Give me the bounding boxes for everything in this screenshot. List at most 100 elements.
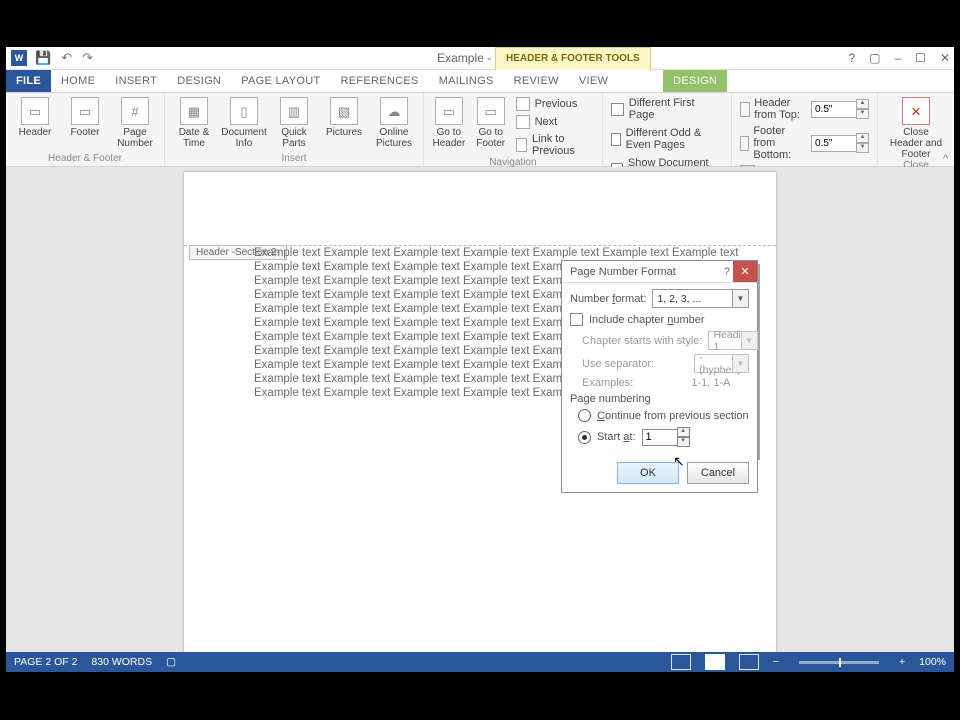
start-at-spinner[interactable]: ▲▼ — [642, 427, 690, 447]
redo-icon[interactable]: ↷ — [82, 50, 93, 66]
spellcheck-icon[interactable]: ▢ — [166, 656, 176, 668]
tab-page-layout[interactable]: PAGE LAYOUT — [231, 70, 330, 92]
read-mode-icon[interactable] — [671, 654, 691, 670]
tab-mailings[interactable]: MAILINGS — [429, 70, 504, 92]
spinner-down-icon[interactable]: ▼ — [677, 437, 690, 447]
tab-references[interactable]: REFERENCES — [331, 70, 429, 92]
dialog-close-button[interactable]: ✕ — [733, 261, 757, 282]
help-button[interactable]: ? — [848, 51, 855, 65]
tab-view[interactable]: VIEW — [569, 70, 618, 92]
save-icon[interactable]: 💾 — [35, 50, 51, 66]
chapter-style-label: Chapter starts with style: — [582, 335, 702, 347]
title-bar: W 💾 ↶ ↷ Example - Word HEADER & FOOTER T… — [6, 47, 954, 70]
ribbon-display-options-icon[interactable]: ▢ — [869, 51, 880, 65]
group-insert: ▦Date & Time ▯Document Info ▥Quick Parts… — [165, 93, 424, 166]
header-button[interactable]: ▭Header — [14, 97, 56, 138]
goto-footer-icon: ▭ — [477, 97, 505, 125]
group-navigation: ▭Go to Header ▭Go to Footer Previous Nex… — [424, 93, 603, 166]
pictures-icon: ▧ — [330, 97, 358, 125]
calendar-icon: ▦ — [180, 97, 208, 125]
examples-value: 1-1, 1-A — [691, 377, 730, 389]
maximize-button[interactable]: ☐ — [915, 51, 926, 65]
tab-design[interactable]: DESIGN — [167, 70, 231, 92]
tab-insert[interactable]: INSERT — [105, 70, 167, 92]
document-info-icon: ▯ — [230, 97, 258, 125]
chevron-down-icon: ▼ — [741, 332, 757, 349]
group-header-footer: ▭Header ▭Footer #Page Number Header & Fo… — [6, 93, 165, 166]
online-pictures-icon: ☁ — [380, 97, 408, 125]
start-at-radio[interactable]: Start at: ▲▼ — [578, 427, 749, 447]
group-label: Insert — [173, 153, 415, 166]
word-count[interactable]: 830 WORDS — [91, 656, 152, 668]
continue-previous-radio[interactable]: Continue from previous section — [578, 409, 749, 422]
separator-select: - (hyphen)▼ — [694, 354, 749, 373]
previous-icon — [516, 97, 530, 111]
dialog-help-button[interactable]: ? — [724, 266, 730, 278]
examples-label: Examples: — [582, 377, 633, 389]
page-indicator[interactable]: PAGE 2 OF 2 — [14, 656, 77, 668]
tab-home[interactable]: HOME — [51, 70, 105, 92]
footer-button[interactable]: ▭Footer — [64, 97, 106, 138]
zoom-in-button[interactable]: + — [899, 656, 905, 668]
page-number-icon: # — [121, 97, 149, 125]
goto-header-icon: ▭ — [435, 97, 463, 125]
dialog-titlebar[interactable]: Page Number Format ? ✕ — [562, 261, 757, 283]
different-first-page-checkbox[interactable]: Different First Page — [611, 97, 723, 121]
ribbon-tabs: FILE HOME INSERT DESIGN PAGE LAYOUT REFE… — [6, 70, 954, 93]
quick-parts-button[interactable]: ▥Quick Parts — [273, 97, 315, 149]
tab-review[interactable]: REVIEW — [504, 70, 569, 92]
pictures-button[interactable]: ▧Pictures — [323, 97, 365, 138]
next-icon — [516, 115, 530, 129]
date-time-button[interactable]: ▦Date & Time — [173, 97, 215, 149]
goto-header-button[interactable]: ▭Go to Header — [432, 97, 466, 149]
include-chapter-number-checkbox[interactable]: Include chapter number — [570, 313, 749, 326]
next-button[interactable]: Next — [516, 115, 594, 129]
header-from-top-label: Header from Top: — [754, 97, 807, 121]
print-layout-icon[interactable] — [705, 654, 725, 670]
document-info-button[interactable]: ▯Document Info — [223, 97, 265, 149]
tab-file[interactable]: FILE — [6, 70, 51, 92]
undo-icon[interactable]: ↶ — [61, 50, 72, 66]
quick-access-toolbar: 💾 ↶ ↷ — [35, 50, 93, 66]
chevron-down-icon: ▼ — [732, 355, 748, 372]
cancel-button[interactable]: Cancel — [687, 462, 749, 484]
ok-button[interactable]: OK — [617, 462, 679, 484]
close-window-button[interactable]: ✕ — [940, 51, 950, 65]
online-pictures-button[interactable]: ☁Online Pictures — [373, 97, 415, 149]
zoom-level[interactable]: 100% — [919, 656, 946, 668]
document-page[interactable]: Header -Section 2- Example text Example … — [184, 172, 776, 652]
word-app-icon: W — [11, 50, 27, 66]
link-icon — [516, 138, 527, 152]
footer-icon: ▭ — [71, 97, 99, 125]
group-label: Header & Footer — [14, 153, 156, 166]
collapse-ribbon-icon[interactable]: ^ — [943, 153, 948, 165]
ribbon: ▭Header ▭Footer #Page Number Header & Fo… — [6, 93, 954, 167]
page-number-button[interactable]: #Page Number — [114, 97, 156, 149]
separator-label: Use separator: — [582, 358, 654, 370]
goto-footer-button[interactable]: ▭Go to Footer — [474, 97, 508, 149]
header-from-top-spinner[interactable]: ▲▼ — [811, 99, 869, 119]
close-header-footer-button[interactable]: ✕Close Header and Footer — [886, 97, 946, 160]
minimize-button[interactable]: – — [894, 51, 901, 65]
footer-bottom-icon — [740, 136, 749, 151]
zoom-slider[interactable] — [799, 661, 879, 664]
zoom-out-button[interactable]: − — [773, 656, 779, 668]
dialog-title-text: Page Number Format — [570, 266, 676, 278]
header-icon: ▭ — [21, 97, 49, 125]
different-odd-even-checkbox[interactable]: Different Odd & Even Pages — [611, 127, 723, 151]
previous-button[interactable]: Previous — [516, 97, 594, 111]
tab-header-footer-design[interactable]: DESIGN — [663, 70, 727, 92]
page-number-format-dialog: Page Number Format ? ✕ Number format: 1,… — [561, 260, 758, 493]
page-numbering-group-label: Page numbering — [570, 393, 749, 405]
contextual-tab-group: HEADER & FOOTER TOOLS — [495, 47, 651, 70]
footer-from-bottom-spinner[interactable]: ▲▼ — [811, 133, 869, 153]
web-layout-icon[interactable] — [739, 654, 759, 670]
link-to-previous-button[interactable]: Link to Previous — [516, 133, 594, 157]
group-options: Different First Page Different Odd & Eve… — [603, 93, 732, 166]
number-format-select[interactable]: 1, 2, 3, ...▼ — [652, 289, 749, 308]
number-format-label: Number format: — [570, 293, 646, 305]
spinner-up-icon[interactable]: ▲ — [677, 427, 690, 437]
header-top-icon — [740, 102, 750, 117]
quick-parts-icon: ▥ — [280, 97, 308, 125]
chevron-down-icon: ▼ — [732, 290, 748, 307]
